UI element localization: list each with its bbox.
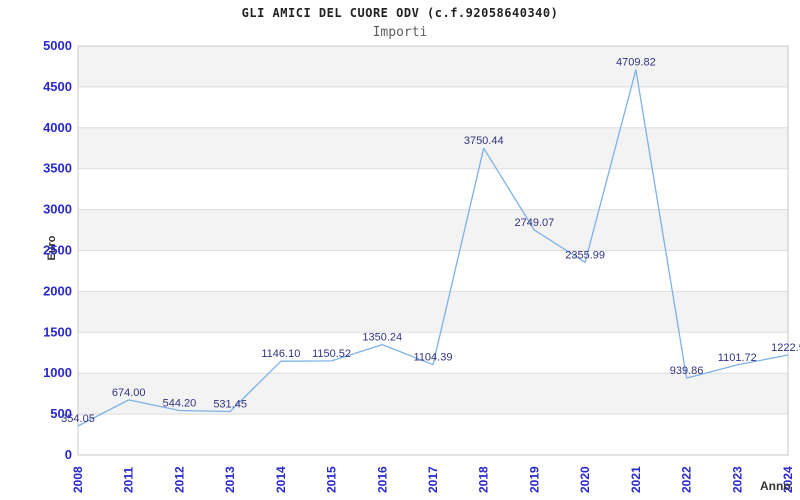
x-axis-title: Anno [760,479,791,493]
y-axis-tick-label: 1000 [43,365,72,380]
x-axis-tick-label: 2016 [375,466,389,493]
x-axis-tick-label: 2012 [172,466,186,493]
data-point-label: 1104.39 [414,352,453,364]
y-axis-tick-label: 1500 [43,324,72,339]
data-point-label: 1101.72 [718,352,757,364]
y-axis-tick-label: 4500 [43,79,72,94]
data-point-label: 1350.24 [362,332,402,344]
data-point-label: 674.00 [112,387,146,399]
x-axis-tick-label: 2014 [274,466,288,493]
plot-band [78,291,788,333]
data-point-label: 1146.10 [261,348,300,360]
chart-container: GLI AMICI DEL CUORE ODV (c.f.92058640340… [0,0,800,500]
plot-band [78,209,788,251]
x-axis-tick-label: 2020 [578,466,592,493]
y-axis-tick-label: 500 [50,406,72,421]
x-axis-tick-label: 2023 [730,466,744,493]
y-axis-tick-label: 2000 [43,283,72,298]
y-axis-tick-label: 3500 [43,161,72,176]
y-axis-tick-label: 2500 [43,243,72,258]
x-axis-tick-label: 2019 [527,466,541,493]
plot-band [78,127,788,169]
data-point-label: 3750.44 [464,135,504,147]
data-point-label: 1222.9 [771,342,800,354]
x-axis-tick-label: 2021 [629,466,643,493]
data-point-label: 939.86 [670,365,704,377]
x-axis-tick-label: 2017 [426,466,440,493]
plot-band [78,46,788,87]
data-point-label: 544.20 [163,397,197,409]
data-point-label: 2355.99 [565,249,605,261]
y-axis-tick-label: 3000 [43,202,72,217]
y-axis-tick-label: 5000 [43,38,72,53]
data-point-label: 4709.82 [616,57,656,69]
x-axis-tick-label: 2013 [223,466,237,493]
x-axis-tick-label: 2015 [325,466,339,493]
x-axis-tick-label: 2011 [122,467,136,493]
x-axis-tick-label: 2022 [680,466,694,493]
y-axis-tick-label: 0 [65,447,72,462]
line-chart-plot: 354.05674.00544.20 531.451146.10 1150.5213… [43,38,800,493]
data-point-label: 2749.07 [515,217,555,229]
data-point-label: 531.45 [213,399,247,411]
x-axis-tick-label: 2018 [477,466,491,493]
x-axis-tick-label: 2008 [71,466,85,493]
data-point-label: 1150.52 [312,348,351,360]
y-axis-tick-label: 4000 [43,120,72,135]
